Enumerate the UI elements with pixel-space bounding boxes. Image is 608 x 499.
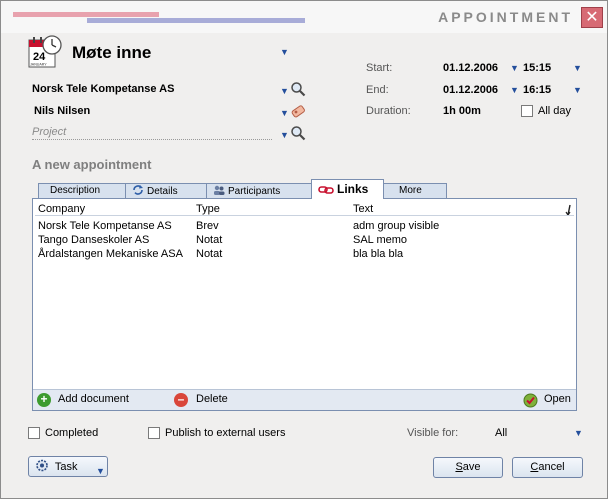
end-label: End: (366, 84, 389, 96)
appointment-dialog: APPOINTMENT ✕ 24 JANUARY Møte inne ▼ Nor… (0, 0, 608, 499)
end-time-dropdown-icon[interactable]: ▼ (573, 85, 582, 95)
start-date-dropdown-icon[interactable]: ▼ (510, 63, 519, 73)
cell-company: Årdalstangen Mekaniske ASA (38, 248, 183, 260)
start-date[interactable]: 01.12.2006 (443, 62, 498, 74)
visible-for-select[interactable]: All (495, 427, 507, 439)
appointment-subject[interactable]: Møte inne (72, 43, 151, 63)
tab-details[interactable]: Details (125, 183, 207, 198)
contact-field[interactable]: Nils Nilsen (34, 105, 90, 117)
cell-text: adm group visible (353, 220, 440, 232)
cell-text: bla bla bla (353, 248, 404, 260)
allday-label: All day (538, 105, 572, 117)
cell-type: Notat (196, 234, 223, 246)
participants-icon (214, 185, 225, 195)
panel-action-bar: + Add document – Delete Open (33, 389, 576, 410)
calendar-icon-month: JANUARY (30, 63, 47, 67)
link-chain-icon (318, 186, 334, 194)
column-header-text[interactable]: Text (353, 203, 373, 215)
column-header-company[interactable]: Company (38, 203, 85, 215)
start-label: Start: (366, 62, 393, 74)
tab-links-label: Links (337, 182, 369, 196)
task-dropdown-icon: ▼ (96, 466, 105, 476)
open-button[interactable]: Open (544, 393, 571, 405)
duration-value: 1h 00m (443, 105, 481, 117)
column-header-type[interactable]: Type (196, 203, 220, 215)
cell-type: Notat (196, 248, 223, 260)
start-time-dropdown-icon[interactable]: ▼ (573, 63, 582, 73)
completed-label: Completed (45, 427, 99, 439)
start-time[interactable]: 15:15 (523, 62, 551, 74)
project-dropdown-icon[interactable]: ▼ (280, 130, 289, 140)
delete-button[interactable]: Delete (196, 393, 228, 405)
publish-label: Publish to external users (165, 427, 286, 439)
header-divider (35, 215, 574, 216)
refresh-icon (133, 185, 143, 195)
completed-checkbox[interactable] (28, 427, 40, 439)
window-title: APPOINTMENT (438, 9, 573, 25)
duration-label: Duration: (366, 105, 411, 117)
links-panel: Company Type Text Norsk Tele Kompetanse … (32, 198, 577, 411)
publish-checkbox[interactable] (148, 427, 160, 439)
title-stripe-pink (13, 12, 159, 17)
section-heading: A new appointment (32, 157, 152, 172)
calendar-icon: 24 JANUARY (28, 35, 62, 68)
allday-checkbox[interactable] (521, 105, 533, 117)
tab-participants-label: Participants (228, 186, 281, 197)
tab-more[interactable]: More (383, 183, 447, 198)
cell-type: Brev (196, 220, 219, 232)
tab-description[interactable]: Description (38, 183, 126, 198)
visible-for-dropdown-icon[interactable]: ▼ (574, 428, 583, 438)
tab-more-label: More (399, 185, 422, 196)
end-date-dropdown-icon[interactable]: ▼ (510, 85, 519, 95)
contact-dropdown-icon[interactable]: ▼ (280, 108, 289, 118)
add-icon: + (37, 393, 51, 407)
company-dropdown-icon[interactable]: ▼ (280, 86, 289, 96)
project-field[interactable]: Project (32, 126, 272, 140)
calendar-icon-day: 24 (33, 51, 46, 63)
project-search-icon[interactable] (290, 125, 306, 141)
title-bar[interactable]: APPOINTMENT ✕ (1, 1, 607, 33)
close-button[interactable]: ✕ (581, 7, 603, 28)
visible-for-label: Visible for: (407, 427, 459, 439)
cell-company: Tango Danseskoler AS (38, 234, 150, 246)
company-search-icon[interactable] (290, 81, 306, 97)
tab-description-label: Description (50, 185, 101, 196)
end-date[interactable]: 01.12.2006 (443, 84, 498, 96)
delete-icon: – (174, 393, 188, 407)
gear-icon (36, 459, 48, 472)
tab-participants[interactable]: Participants (206, 183, 312, 198)
cell-text: SAL memo (353, 234, 408, 246)
add-document-button[interactable]: Add document (58, 393, 129, 405)
title-stripe-blue (87, 18, 305, 23)
cell-company: Norsk Tele Kompetanse AS (38, 220, 172, 232)
cancel-button[interactable]: Cancel (512, 457, 583, 478)
task-button[interactable]: Task ▼ (28, 456, 108, 477)
save-button[interactable]: Save (433, 457, 503, 478)
open-check-icon (523, 393, 538, 408)
contact-card-icon[interactable] (290, 103, 306, 119)
task-button-label: Task (54, 461, 78, 473)
tab-details-label: Details (147, 186, 178, 197)
company-field[interactable]: Norsk Tele Kompetanse AS (32, 83, 174, 95)
subject-dropdown-icon[interactable]: ▼ (280, 47, 289, 57)
tab-links[interactable]: Links (311, 179, 384, 199)
end-time[interactable]: 16:15 (523, 84, 551, 96)
